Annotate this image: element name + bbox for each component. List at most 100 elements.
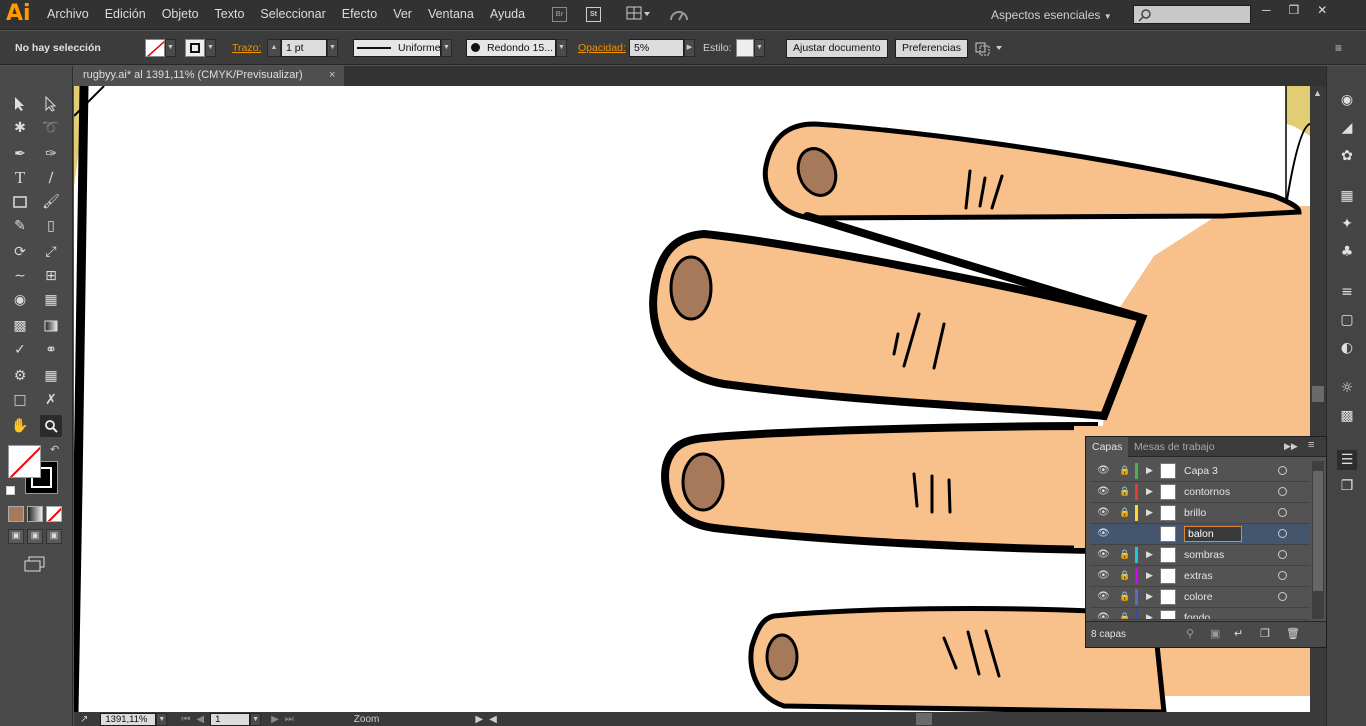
share-icon[interactable]: ↗ — [80, 714, 88, 725]
preferences-button[interactable]: Preferencias — [895, 38, 968, 58]
new-sublayer-icon[interactable]: ↵ — [1234, 627, 1243, 640]
style-swatch[interactable] — [736, 39, 754, 57]
transparency-icon[interactable]: ◐ — [1337, 338, 1357, 358]
mesh-tool-icon[interactable]: ▩ — [9, 315, 31, 337]
fill-swatch[interactable] — [145, 39, 165, 57]
make-clipping-mask-icon[interactable]: ▣ — [1210, 627, 1220, 640]
artboard-dropdown[interactable]: ▼ — [250, 712, 262, 726]
gradient-mode-icon[interactable] — [27, 506, 43, 522]
appearance-icon[interactable]: ☼ — [1337, 378, 1357, 398]
stroke-panel-icon[interactable]: ≡ — [1337, 282, 1357, 302]
lock-icon[interactable]: 🔒 — [1119, 507, 1130, 518]
menu-archivo[interactable]: Archivo — [47, 7, 89, 21]
layer-name[interactable]: contornos — [1184, 486, 1230, 498]
target-circle-icon[interactable] — [1278, 508, 1287, 517]
expand-arrow-icon[interactable]: ▶ — [1146, 486, 1153, 497]
zoom-tool-icon[interactable] — [40, 415, 62, 437]
layer-rename-input[interactable]: balon — [1184, 526, 1242, 542]
artboards-panel-icon[interactable]: ❐ — [1337, 476, 1357, 496]
profile-dropdown[interactable]: ▼ — [441, 39, 452, 57]
opacity-label[interactable]: Opacidad: — [578, 42, 626, 54]
direct-selection-tool-icon[interactable] — [40, 93, 62, 115]
none-mode-icon[interactable] — [46, 506, 62, 522]
stroke-weight-stepper[interactable]: ▲ — [267, 39, 281, 57]
layer-row[interactable]: 👁 🔒 ▶ colore — [1090, 587, 1310, 608]
blend-tool-icon[interactable]: ⚭ — [40, 339, 62, 361]
cc-libraries-icon[interactable]: ✿ — [1337, 146, 1357, 166]
layer-row[interactable]: 👁 🔒 ▶ Capa 3 — [1090, 461, 1310, 482]
draw-inside-icon[interactable]: ▣ — [46, 529, 62, 544]
rotate-tool-icon[interactable]: ⟳ — [9, 241, 31, 263]
help-search-input[interactable] — [1133, 5, 1251, 24]
eraser-tool-icon[interactable]: ▯ — [40, 215, 62, 237]
new-layer-icon[interactable]: ❐ — [1260, 627, 1270, 640]
slice-tool-icon[interactable]: ✗ — [40, 389, 62, 411]
close-icon[interactable]: ✕ — [1317, 3, 1327, 17]
swatches-icon[interactable]: ▦ — [1337, 186, 1357, 206]
menu-ventana[interactable]: Ventana — [428, 7, 474, 21]
color-mode-icon[interactable] — [8, 506, 24, 522]
selection-tool-icon[interactable] — [9, 93, 31, 115]
arrange-documents-icon[interactable] — [626, 6, 652, 22]
bridge-icon[interactable]: Br — [552, 7, 567, 22]
shape-builder-tool-icon[interactable]: ◉ — [9, 289, 31, 311]
menu-ver[interactable]: Ver — [393, 7, 412, 21]
draw-normal-icon[interactable]: ▣ — [8, 529, 24, 544]
target-circle-icon[interactable] — [1278, 466, 1287, 475]
locate-object-icon[interactable]: ⚲ — [1186, 627, 1194, 640]
layers-scrollbar[interactable] — [1312, 461, 1324, 619]
vertical-scroll-thumb[interactable] — [1312, 386, 1324, 402]
document-tab[interactable]: rugbyy.ai* al 1391,11% (CMYK/Previsualiz… — [74, 66, 344, 86]
stroke-weight-dropdown[interactable]: ▼ — [327, 39, 338, 57]
minimize-icon[interactable]: ─ — [1262, 3, 1271, 17]
arrange-icon[interactable] — [974, 31, 1004, 65]
layer-name[interactable]: fondo — [1184, 612, 1210, 619]
line-tool-icon[interactable]: ∕ — [40, 167, 62, 189]
opacity-dropdown[interactable]: ▶ — [684, 39, 695, 57]
layer-row[interactable]: 👁 🔒 ▶ sombras — [1090, 545, 1310, 566]
draw-behind-icon[interactable]: ▣ — [27, 529, 43, 544]
color-palette-icon[interactable]: ◉ — [1337, 90, 1357, 110]
perspective-grid-tool-icon[interactable]: ▦ — [40, 289, 62, 311]
target-circle-icon[interactable] — [1278, 487, 1287, 496]
lock-icon[interactable]: 🔒 — [1119, 549, 1130, 560]
lasso-tool-icon[interactable]: ➰ — [40, 117, 62, 139]
first-artboard-icon[interactable]: ⏮ — [181, 714, 190, 725]
expand-arrow-icon[interactable]: ▶ — [1146, 570, 1153, 581]
rectangle-tool-icon[interactable] — [9, 191, 31, 213]
pen-tool-icon[interactable]: ✒ — [9, 143, 31, 165]
type-tool-icon[interactable]: T — [9, 167, 31, 189]
fill-stroke-widget[interactable]: ↶ — [6, 443, 64, 499]
lock-icon[interactable]: 🔒 — [1119, 465, 1130, 476]
curvature-tool-icon[interactable]: ✑ — [40, 143, 62, 165]
brushes-icon[interactable]: ✦ — [1337, 214, 1357, 234]
target-circle-icon[interactable] — [1278, 571, 1287, 580]
stroke-weight-field[interactable]: 1 pt — [281, 39, 327, 57]
restore-icon[interactable]: ❐ — [1289, 3, 1300, 17]
screen-mode-icon[interactable] — [24, 556, 46, 572]
document-setup-button[interactable]: Ajustar documento — [786, 38, 888, 58]
magic-wand-tool-icon[interactable]: ✱ — [9, 117, 31, 139]
expand-arrow-icon[interactable]: ▶ — [1146, 465, 1153, 476]
expand-arrow-icon[interactable]: ▶ — [1146, 507, 1153, 518]
stroke-label[interactable]: Trazo: — [232, 42, 261, 54]
fill-dropdown[interactable]: ▼ — [165, 39, 176, 57]
brush-dropdown[interactable]: ▼ — [556, 39, 567, 57]
visibility-eye-icon[interactable]: 👁 — [1097, 612, 1110, 619]
target-circle-icon[interactable] — [1278, 592, 1287, 601]
workspace-switcher[interactable]: Aspectos esenciales ▼ — [991, 8, 1112, 22]
lock-icon[interactable]: 🔒 — [1119, 612, 1130, 619]
default-colors-icon[interactable] — [6, 486, 15, 495]
scroll-left-icon[interactable]: ◀ — [489, 714, 497, 725]
visibility-eye-icon[interactable]: 👁 — [1097, 486, 1110, 497]
delete-layer-icon[interactable]: 🗑 — [1286, 627, 1300, 640]
eyedropper-tool-icon[interactable]: ✓ — [9, 339, 31, 361]
style-dropdown[interactable]: ▼ — [754, 39, 765, 57]
graphic-styles-icon[interactable]: ▩ — [1337, 406, 1357, 426]
zoom-level-field[interactable]: 1391,11% — [100, 712, 157, 726]
zoom-dropdown[interactable]: ▼ — [156, 712, 168, 726]
panel-options-icon[interactable]: ≡ — [1308, 439, 1314, 451]
gpu-performance-icon[interactable] — [668, 6, 690, 24]
expand-arrow-icon[interactable]: ▶ — [1146, 591, 1153, 602]
status-menu-icon[interactable]: ▶ — [475, 714, 483, 725]
